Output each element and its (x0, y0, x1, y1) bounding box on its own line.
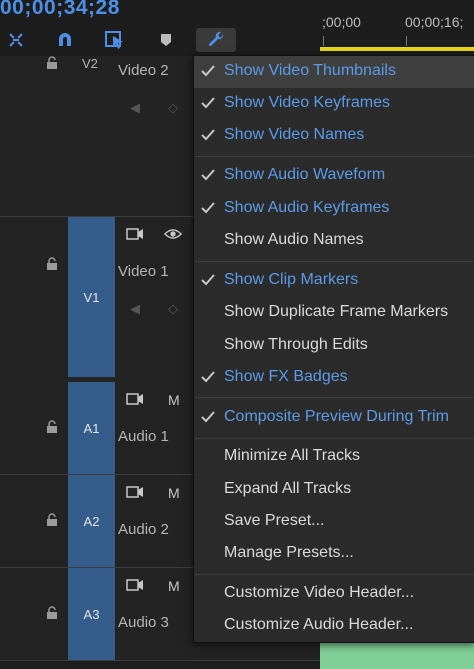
checkmark-icon (201, 97, 215, 109)
menu-item-show-audio-names[interactable]: Show Audio Names (194, 225, 474, 257)
menu-item-show-through-edits[interactable]: Show Through Edits (194, 330, 474, 362)
checkmark-icon (201, 65, 215, 77)
work-area-bar[interactable] (320, 47, 474, 51)
menu-item-label: Composite Preview During Trim (224, 408, 449, 425)
menu-item-expand-all-tracks[interactable]: Expand All Tracks (194, 474, 474, 506)
menu-item-label: Save Preset... (224, 512, 325, 529)
ruler-label: 00;00;16; (405, 14, 464, 30)
menu-item-save-preset[interactable]: Save Preset... (194, 506, 474, 538)
source-patch-a2[interactable]: A2 (68, 475, 115, 567)
track-name: Audio 1 (118, 428, 169, 445)
menu-item-label: Show Duplicate Frame Markers (224, 303, 449, 320)
add-marker-button[interactable] (153, 28, 179, 52)
menu-item-label: Expand All Tracks (224, 480, 352, 497)
snap-button[interactable] (52, 28, 78, 52)
menu-item-show-video-keyframes[interactable]: Show Video Keyframes (194, 88, 474, 120)
menu-item-show-duplicate-frame-markers[interactable]: Show Duplicate Frame Markers (194, 297, 474, 329)
linked-selection-icon (105, 31, 123, 49)
checkmark-icon (201, 129, 215, 141)
menu-item-label: Show Clip Markers (224, 271, 359, 288)
menu-item-minimize-all-tracks[interactable]: Minimize All Tracks (194, 441, 474, 473)
menu-item-label: Show Through Edits (224, 336, 368, 353)
mute-button[interactable]: M (168, 392, 180, 408)
checkmark-icon (201, 169, 215, 181)
checkmark-icon (201, 274, 215, 286)
add-keyframe-icon[interactable]: ◇ (168, 301, 178, 317)
track-id-label: V2 (82, 56, 98, 71)
menu-separator (194, 261, 474, 262)
track-name: Video 2 (118, 62, 169, 79)
track-id-label: V1 (83, 289, 100, 305)
linked-selection-button[interactable] (102, 28, 128, 52)
timeline-display-settings-button[interactable] (196, 28, 236, 52)
timeline-display-settings-menu: Show Video Thumbnails Show Video Keyfram… (193, 55, 474, 643)
menu-item-customize-video-header[interactable]: Customize Video Header... (194, 578, 474, 610)
snap-nest-tool[interactable] (3, 28, 29, 52)
mute-button[interactable]: M (168, 578, 180, 594)
menu-item-manage-presets[interactable]: Manage Presets... (194, 538, 474, 570)
menu-item-show-audio-waveform[interactable]: Show Audio Waveform (194, 160, 474, 192)
add-keyframe-icon[interactable]: ◇ (168, 100, 178, 116)
menu-item-label: Show FX Badges (224, 368, 348, 385)
prev-keyframe-icon[interactable]: ◀ (130, 100, 140, 116)
menu-separator (194, 438, 474, 439)
magnet-icon (59, 33, 71, 46)
menu-item-composite-preview-during-trim[interactable]: Composite Preview During Trim (194, 402, 474, 434)
lock-icon[interactable] (46, 513, 58, 527)
track-name: Audio 2 (118, 521, 169, 538)
menu-item-label: Show Audio Keyframes (224, 199, 390, 216)
menu-item-label: Show Video Keyframes (224, 94, 391, 111)
lock-icon[interactable] (46, 257, 58, 271)
timecode-display[interactable]: 00;00;34;28 (0, 0, 120, 20)
menu-item-label: Customize Audio Header... (224, 616, 414, 633)
toggle-sync-lock-icon[interactable] (126, 485, 144, 499)
checkmark-icon (201, 202, 215, 214)
toggle-sync-lock-icon[interactable] (126, 227, 144, 241)
lock-icon[interactable] (46, 56, 58, 70)
toggle-sync-lock-icon[interactable] (126, 578, 144, 592)
menu-separator (194, 156, 474, 157)
checkmark-icon (201, 411, 215, 423)
checkmark-icon (201, 371, 215, 383)
track-id-label: A1 (83, 420, 100, 436)
menu-item-show-audio-keyframes[interactable]: Show Audio Keyframes (194, 193, 474, 225)
track-name: Video 1 (118, 263, 169, 280)
ruler-label: ;00;00 (322, 14, 361, 30)
menu-item-show-video-thumbnails[interactable]: Show Video Thumbnails (194, 56, 474, 88)
marker-icon (161, 34, 171, 46)
menu-item-label: Show Video Names (224, 126, 365, 143)
source-patch-v1[interactable]: V1 (68, 217, 115, 377)
toggle-sync-lock-icon[interactable] (126, 392, 144, 406)
lock-icon[interactable] (46, 420, 58, 434)
track-name: Audio 3 (118, 614, 169, 631)
track-id-label: A3 (83, 606, 100, 622)
menu-item-label: Minimize All Tracks (224, 447, 361, 464)
mute-button[interactable]: M (168, 485, 180, 501)
nest-icon (9, 33, 23, 47)
menu-separator (194, 397, 474, 398)
eye-icon[interactable] (164, 227, 182, 241)
menu-item-label: Show Video Thumbnails (224, 62, 396, 79)
lock-icon[interactable] (46, 606, 58, 620)
source-patch-a1[interactable]: A1 (68, 382, 115, 474)
prev-keyframe-icon[interactable]: ◀ (130, 301, 140, 317)
menu-item-label: Show Audio Names (224, 231, 364, 248)
source-patch-a3[interactable]: A3 (68, 568, 115, 660)
menu-item-show-video-names[interactable]: Show Video Names (194, 120, 474, 152)
menu-item-show-fx-badges[interactable]: Show FX Badges (194, 362, 474, 394)
menu-item-label: Show Audio Waveform (224, 166, 386, 183)
track-id-label: A2 (83, 513, 100, 529)
wrench-icon (208, 31, 224, 47)
menu-separator (194, 574, 474, 575)
menu-item-label: Customize Video Header... (224, 584, 415, 601)
menu-item-label: Manage Presets... (224, 544, 354, 561)
menu-item-show-clip-markers[interactable]: Show Clip Markers (194, 265, 474, 297)
audio-clip[interactable] (320, 640, 474, 669)
menu-item-customize-audio-header[interactable]: Customize Audio Header... (194, 610, 474, 642)
